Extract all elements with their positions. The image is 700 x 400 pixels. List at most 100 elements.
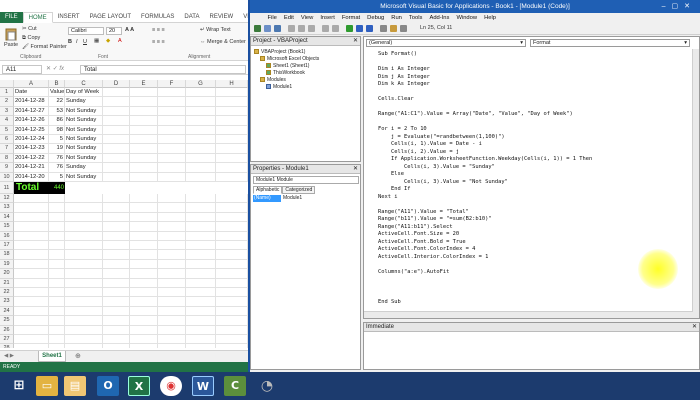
table-cell[interactable] — [14, 344, 49, 348]
table-cell[interactable] — [186, 335, 216, 345]
table-cell[interactable] — [216, 241, 248, 251]
table-cell[interactable] — [186, 259, 216, 270]
tree-item-modules[interactable]: Modules — [260, 77, 286, 83]
code-editor[interactable]: Sub Format() Dim i As Integer Dim j As Int… — [378, 51, 678, 306]
undo-icon[interactable] — [322, 25, 329, 32]
row-header[interactable]: 23 — [0, 297, 14, 307]
column-header-c[interactable]: C — [65, 80, 103, 88]
table-cell[interactable] — [65, 316, 103, 326]
paste-button[interactable]: Paste — [4, 42, 18, 48]
table-cell[interactable] — [14, 222, 49, 232]
total-value-cell[interactable]: 440 — [49, 182, 65, 194]
table-cell[interactable] — [158, 250, 186, 260]
sheet-tab-sheet1[interactable]: Sheet1 — [38, 351, 66, 362]
table-cell[interactable] — [216, 250, 248, 260]
table-cell[interactable] — [103, 269, 130, 279]
properties-object-select[interactable]: Module1 Module — [253, 176, 359, 184]
table-cell[interactable] — [103, 116, 130, 126]
table-cell[interactable] — [158, 172, 186, 182]
table-cell[interactable] — [103, 172, 130, 182]
table-cell[interactable] — [186, 88, 216, 98]
table-cell[interactable] — [130, 259, 158, 270]
table-cell[interactable] — [49, 335, 65, 345]
table-cell[interactable] — [103, 335, 130, 345]
table-cell[interactable]: 2014-12-25 — [14, 125, 49, 135]
table-cell[interactable] — [158, 194, 186, 204]
table-cell[interactable] — [186, 222, 216, 232]
table-cell[interactable] — [216, 172, 248, 182]
fill-color-icon[interactable]: ◆ — [106, 38, 110, 44]
table-cell[interactable] — [65, 203, 103, 213]
table-cell[interactable] — [216, 116, 248, 126]
table-cell[interactable] — [216, 135, 248, 145]
table-cell[interactable] — [158, 269, 186, 279]
table-cell[interactable] — [65, 297, 103, 307]
table-cell[interactable] — [130, 222, 158, 232]
font-grow-icon[interactable]: A A — [125, 27, 134, 33]
table-cell[interactable] — [14, 269, 49, 279]
table-cell[interactable] — [130, 278, 158, 288]
row-header[interactable]: 24 — [0, 306, 14, 317]
menu-item-run[interactable]: Run — [388, 13, 406, 23]
table-cell[interactable]: 22 — [49, 97, 65, 107]
menu-item-edit[interactable]: Edit — [280, 13, 297, 23]
table-cell[interactable] — [158, 203, 186, 213]
align-top-icon[interactable]: ≡ ≡ ≡ — [152, 27, 165, 33]
table-cell[interactable] — [158, 97, 186, 107]
table-cell[interactable] — [216, 125, 248, 135]
table-cell[interactable]: Sunday — [65, 163, 103, 173]
table-cell[interactable] — [103, 125, 130, 135]
table-cell[interactable]: Sunday — [65, 97, 103, 107]
table-cell[interactable] — [49, 250, 65, 260]
table-cell[interactable] — [186, 306, 216, 317]
row-header[interactable]: 17 — [0, 241, 14, 251]
table-cell[interactable] — [186, 278, 216, 288]
table-cell[interactable] — [186, 325, 216, 335]
column-header-h[interactable]: H — [216, 80, 248, 88]
row-header[interactable]: 15 — [0, 222, 14, 232]
sheet-nav-arrows[interactable]: ◀ ▶ — [4, 353, 14, 359]
table-cell[interactable] — [216, 153, 248, 164]
table-cell[interactable] — [216, 344, 248, 348]
table-cell[interactable] — [216, 259, 248, 270]
table-cell[interactable] — [130, 212, 158, 223]
formula-input[interactable]: Total — [80, 65, 246, 74]
copy-button[interactable]: ⧉ Copy — [22, 35, 40, 42]
row-header[interactable]: 5 — [0, 125, 14, 135]
table-cell[interactable] — [49, 203, 65, 213]
table-cell[interactable] — [216, 297, 248, 307]
table-cell[interactable] — [14, 212, 49, 223]
row-header[interactable]: 26 — [0, 325, 14, 335]
table-cell[interactable] — [49, 325, 65, 335]
table-cell[interactable] — [216, 222, 248, 232]
table-cell[interactable] — [49, 231, 65, 241]
font-color-icon[interactable]: A — [118, 38, 122, 44]
table-cell[interactable] — [216, 306, 248, 317]
paste-icon[interactable] — [308, 25, 315, 32]
table-cell[interactable] — [186, 106, 216, 117]
table-cell[interactable]: 2014-12-22 — [14, 153, 49, 164]
table-cell[interactable] — [103, 163, 130, 173]
table-cell[interactable] — [14, 306, 49, 317]
table-cell[interactable] — [65, 269, 103, 279]
table-cell[interactable]: 5 — [49, 135, 65, 145]
table-cell[interactable] — [14, 297, 49, 307]
table-cell[interactable] — [14, 335, 49, 345]
table-cell[interactable] — [186, 163, 216, 173]
window-controls[interactable]: –▢✕ — [662, 0, 696, 13]
table-cell[interactable] — [14, 231, 49, 241]
tab-review[interactable]: REVIEW — [205, 12, 239, 23]
table-cell[interactable]: 5 — [49, 172, 65, 182]
borders-icon[interactable]: ▦ — [94, 38, 99, 44]
table-cell[interactable] — [186, 250, 216, 260]
table-cell[interactable] — [130, 297, 158, 307]
table-cell[interactable] — [130, 288, 158, 298]
align-left-icon[interactable]: ≡ ≡ ≡ — [152, 39, 165, 45]
table-cell[interactable] — [103, 97, 130, 107]
table-cell[interactable] — [130, 106, 158, 117]
table-cell[interactable] — [49, 278, 65, 288]
tree-item-vbaproject[interactable]: VBAProject (Book1) — [254, 49, 305, 55]
table-cell[interactable] — [186, 153, 216, 164]
row-header[interactable]: 3 — [0, 106, 14, 117]
table-cell[interactable] — [65, 325, 103, 335]
